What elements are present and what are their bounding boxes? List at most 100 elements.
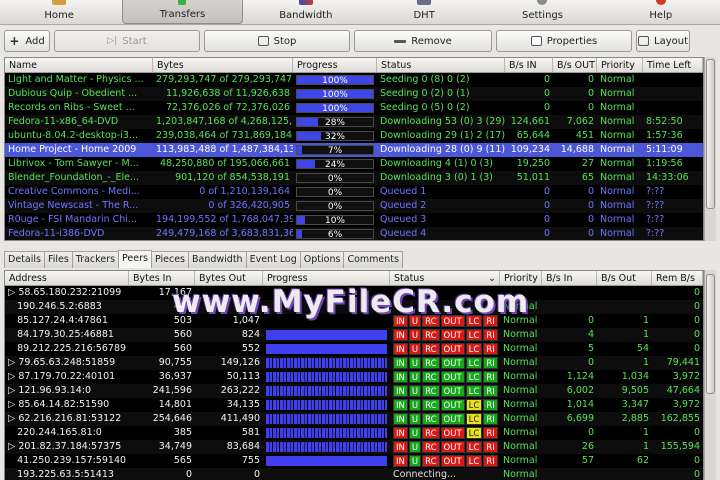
peer-row[interactable]: ▷ 62.216.216.81:53122 254,646 411,490 IN U RC… xyxy=(5,412,703,426)
peer-row[interactable]: ▷ 87.179.70.22:40101 36,937 50,113 IN U RC OUT… xyxy=(5,370,703,384)
nav-dht[interactable]: DHT xyxy=(365,0,483,24)
peer-row[interactable]: ▷ 201.82.37.184:57375 34,749 83,684 IN U RC OU… xyxy=(5,440,703,454)
torrent-bs-in: 51,011 xyxy=(516,172,550,183)
peer-row[interactable]: 84.179.30.25:46881 560 824 IN U RC OUT LC RI Norm… xyxy=(5,328,703,342)
nav-label: Transfers xyxy=(159,9,206,20)
col-peer-status[interactable]: Status ⌄ xyxy=(390,271,500,285)
expand-arrow-icon[interactable]: ▷ xyxy=(8,441,18,452)
tab-trackers[interactable]: Trackers xyxy=(71,251,120,268)
torrent-status: Downloading 28 (0) 9 (11) xyxy=(380,144,505,155)
peer-status: IN U RC OUT LC RI xyxy=(390,426,500,440)
nav-settings[interactable]: Settings xyxy=(483,0,601,24)
torrent-row[interactable]: Fedora-11-i386-DVD 249,479,168 of 3,683,8… xyxy=(5,227,703,240)
peers-scrollbar[interactable] xyxy=(704,270,716,480)
peer-row[interactable]: ▷ 85.64.14.82:51590 14,801 34,135 IN U RC OUT L… xyxy=(5,398,703,412)
peer-row[interactable]: ▷ 121.96.93.14:0 241,596 263,222 IN U RC OUT LC… xyxy=(5,384,703,398)
torrent-table: Name Bytes Progress Status B/s IN B/s OU… xyxy=(4,57,704,241)
tab-options[interactable]: Options xyxy=(299,251,345,268)
peer-row[interactable]: ▷ 79.65.63.248:51859 90,755 149,126 IN U RC OU… xyxy=(5,356,703,370)
torrent-scrollbar[interactable] xyxy=(704,57,716,241)
col-bs-in[interactable]: B/s IN xyxy=(505,58,553,72)
pane-splitter[interactable] xyxy=(0,242,720,248)
tab-details[interactable]: Details xyxy=(4,251,45,268)
col-priority[interactable]: Priority xyxy=(597,58,643,72)
peer-bytes-out: 581 xyxy=(241,427,260,438)
col-status[interactable]: Status xyxy=(377,58,505,72)
torrent-row[interactable]: Light and Matter - Physics ... 279,293,74… xyxy=(5,73,703,87)
progress-label: 100% xyxy=(322,90,348,100)
col-address[interactable]: Address xyxy=(5,271,129,285)
torrent-row[interactable]: Fedora-11-x86_64-DVD 1,203,847,168 of 4,2… xyxy=(5,115,703,129)
torrent-row[interactable]: Records on Ribs - Sweet ... 72,376,026 of… xyxy=(5,101,703,115)
expand-arrow-icon[interactable]: ▷ xyxy=(8,357,18,368)
col-bytes-in[interactable]: Bytes In xyxy=(129,271,195,285)
remove-button[interactable]: Remove xyxy=(354,30,492,52)
peer-row[interactable]: 89.212.225.216:56789 560 552 IN U RC OUT LC RI No… xyxy=(5,342,703,356)
torrent-row[interactable]: Vintage Newscast - The R... 0 of 326,420,… xyxy=(5,199,703,213)
col-time-left[interactable]: Time Left xyxy=(643,58,703,72)
col-peer-progress[interactable]: Progress xyxy=(263,271,390,285)
expand-arrow-icon[interactable]: ▷ xyxy=(8,413,18,424)
nav-bandwidth[interactable]: Bandwidth xyxy=(247,0,365,24)
peer-row[interactable]: 193.225.63.5:51413 0 0 Connecting... Normal 0 xyxy=(5,468,703,480)
peer-row[interactable]: 41.250.239.157:59140 565 755 IN U RC OUT LC RI No… xyxy=(5,454,703,468)
expand-arrow-icon[interactable]: ▷ xyxy=(8,385,18,396)
col-bytes[interactable]: Bytes xyxy=(153,58,293,72)
peer-row[interactable]: 220.244.165.81:0 385 581 IN U RC OUT LC RI Normal… xyxy=(5,426,703,440)
peer-flags: IN U RC OUT LC RI xyxy=(393,440,498,453)
peer-rem-bs: 0 xyxy=(693,343,700,354)
col-peer-bs-in[interactable]: B/s In xyxy=(542,271,597,285)
peer-flag: RI xyxy=(483,399,498,411)
torrent-bs-out: 65 xyxy=(581,172,594,183)
layout-button[interactable]: Layout xyxy=(636,30,690,52)
torrent-row[interactable]: Home Project - Home 2009 113,983,488 of 1… xyxy=(5,143,703,157)
col-bs-out[interactable]: B/s OUT xyxy=(553,58,597,72)
torrent-name: Fedora-11-i386-DVD xyxy=(8,228,105,239)
torrent-row[interactable]: Creative Commons - Medi... 0 of 1,210,139… xyxy=(5,185,703,199)
scrollbar-thumb[interactable] xyxy=(706,59,715,209)
tab-files[interactable]: Files xyxy=(43,251,73,268)
peer-flag: IN xyxy=(393,315,408,327)
expand-arrow-icon[interactable]: ▷ xyxy=(8,287,18,298)
peer-address-cell: ▷ 62.216.216.81:53122 xyxy=(5,412,129,426)
torrent-row[interactable]: Librivox - Tom Sawyer - M... 48,250,880 o… xyxy=(5,157,703,171)
col-bytes-out[interactable]: Bytes Out xyxy=(195,271,263,285)
col-progress[interactable]: Progress xyxy=(293,58,377,72)
peer-row[interactable]: 190.246.5.2:6883 446 Normal 0 xyxy=(5,300,703,314)
torrent-row[interactable]: Blender_Foundation_-_Ele... 901,120 of 85… xyxy=(5,171,703,185)
tab-pieces[interactable]: Pieces xyxy=(150,251,189,268)
nav-home[interactable]: Home xyxy=(0,0,118,24)
torrent-bs-in: 0 xyxy=(543,74,550,85)
peer-row[interactable]: ▷ 58.65.180.232:21099 17,167 0 xyxy=(5,286,703,300)
nav-transfers[interactable]: Transfers xyxy=(122,0,243,24)
start-button[interactable]: ▷| Start xyxy=(54,30,200,52)
peer-progress-fill xyxy=(266,344,387,354)
tab-comments[interactable]: Comments xyxy=(343,251,403,268)
tab-peers[interactable]: Peers xyxy=(118,250,152,268)
col-rem-bs[interactable]: Rem B/s xyxy=(652,271,703,285)
expand-arrow-icon[interactable]: ▷ xyxy=(8,399,18,410)
stop-button[interactable]: Stop xyxy=(204,30,350,52)
peer-progress-fill xyxy=(266,372,387,382)
expand-arrow-icon[interactable]: ▷ xyxy=(8,371,18,382)
col-peer-priority[interactable]: Priority xyxy=(500,271,542,285)
torrent-row[interactable]: ubuntu-8.04.2-desktop-i3... 239,038,464 o… xyxy=(5,129,703,143)
torrent-row[interactable]: Dubious Quip - Obedient ... 11,926,638 of… xyxy=(5,87,703,101)
col-peer-bs-out[interactable]: B/s Out xyxy=(597,271,652,285)
add-button[interactable]: + Add xyxy=(4,30,50,52)
torrent-time-left: ?:?? xyxy=(646,228,665,239)
peer-priority: Normal xyxy=(503,441,538,452)
torrent-progress-cell: 100% xyxy=(293,87,377,101)
peer-row[interactable]: 85.127.24.4:47861 503 1,047 IN U RC OUT LC RI Nor… xyxy=(5,314,703,328)
tab-bandwidth[interactable]: Bandwidth xyxy=(188,251,247,268)
tab-event-log[interactable]: Event Log xyxy=(245,251,301,268)
properties-button[interactable]: Properties xyxy=(496,30,632,52)
col-name[interactable]: Name xyxy=(5,58,153,72)
torrent-row[interactable]: R0uge - FSI Mandarin Chi... 194,199,552 o… xyxy=(5,213,703,227)
nav-help[interactable]: Help xyxy=(602,0,720,24)
peer-bytes-in: 560 xyxy=(173,343,192,354)
peer-flag: OUT xyxy=(440,441,465,453)
scrollbar-thumb[interactable] xyxy=(706,274,715,394)
toolbar: + Add ▷| Start Stop Remove Properties La… xyxy=(0,28,720,54)
